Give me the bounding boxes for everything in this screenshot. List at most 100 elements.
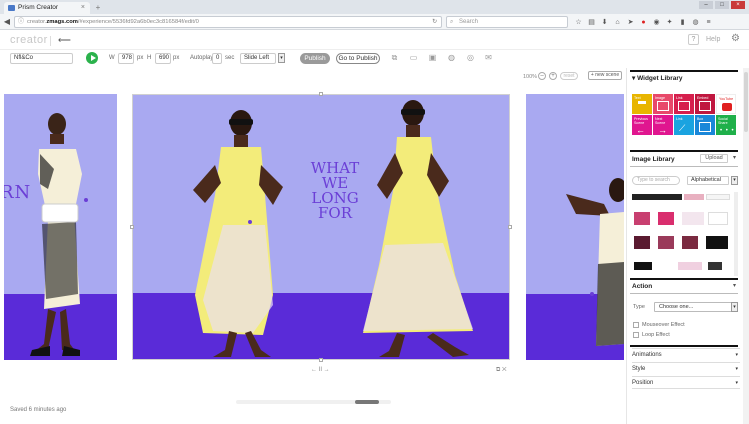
site-info-icon[interactable]: ⓘ (18, 17, 24, 27)
image-library-title[interactable]: Image Library (632, 154, 675, 165)
app-logo[interactable]: creator (10, 34, 48, 46)
action-type-select[interactable]: Choose one... (654, 302, 734, 312)
project-name-input[interactable]: Nfl&Co (10, 53, 73, 64)
scene-thumbnail-next[interactable] (526, 94, 624, 360)
addon-globe-icon[interactable]: ◍ (691, 18, 700, 27)
widget-embed[interactable]: Embed (695, 94, 715, 114)
resize-handle-left[interactable] (130, 225, 134, 229)
send-icon[interactable]: ➤ (626, 18, 635, 27)
address-bar[interactable]: ⓘ creator.zmags.com/#experience/5536fd92… (14, 16, 442, 28)
widget-library-header[interactable]: ▾ Widget Library (632, 73, 683, 84)
upload-button[interactable]: Upload (700, 154, 728, 163)
note-icon[interactable]: ▣ (427, 52, 438, 63)
action-title[interactable]: Action (632, 281, 652, 292)
chevron-down-icon[interactable]: ▾ (733, 154, 736, 161)
go-to-publish-button[interactable]: Go to Publish (336, 53, 380, 64)
widget-link[interactable]: Link (674, 94, 694, 114)
back-arrow-icon[interactable]: ⟵ (58, 35, 71, 46)
close-window-button[interactable]: × (731, 1, 745, 9)
download-icon[interactable]: ⬇ (600, 18, 609, 27)
addon-puzzle-icon[interactable]: ✦ (665, 18, 674, 27)
image-thumbnail[interactable] (684, 194, 704, 200)
image-thumbnail[interactable] (708, 262, 722, 270)
widget-text[interactable]: Text (632, 94, 652, 114)
image-thumbnail[interactable] (706, 236, 728, 249)
chevron-down-icon[interactable]: ▾ (731, 176, 738, 185)
loop-checkbox[interactable] (633, 332, 639, 338)
layers-icon[interactable]: ⧉ (389, 52, 400, 63)
widget-box[interactable]: Box (695, 115, 715, 135)
mail-icon[interactable]: ✉ (483, 52, 494, 63)
image-thumbnail[interactable] (658, 236, 674, 249)
hotspot-marker[interactable] (248, 220, 252, 224)
reload-icon[interactable]: ↻ (432, 17, 437, 27)
zoom-reset-button[interactable]: reset (560, 72, 578, 80)
widget-youtube[interactable]: YouTube (716, 94, 736, 114)
chevron-down-icon[interactable]: ▾ (731, 302, 738, 312)
maximize-button[interactable]: □ (715, 1, 729, 9)
image-search-input[interactable]: Type to search (632, 176, 680, 185)
scrollbar-thumb[interactable] (355, 400, 379, 404)
style-section[interactable]: Style ▾ (632, 362, 740, 374)
width-input[interactable]: 978 (118, 53, 134, 64)
reading-list-icon[interactable]: ▤ (587, 18, 596, 27)
widget-next-scene[interactable]: Next Scene → (653, 115, 673, 135)
addon-box-icon[interactable]: ▮ (678, 18, 687, 27)
comment-icon[interactable]: ▭ (408, 52, 419, 63)
home-icon[interactable]: ⌂ (613, 18, 622, 27)
resize-handle-bottom[interactable] (319, 358, 323, 362)
addon-chat-icon[interactable]: ◉ (652, 18, 661, 27)
image-thumbnail[interactable] (682, 212, 704, 225)
tab-close-icon[interactable]: × (81, 2, 85, 14)
image-sort-select[interactable]: Alphabetical (687, 176, 729, 185)
preview-play-button[interactable] (86, 52, 98, 64)
image-thumbnail[interactable] (678, 262, 702, 270)
active-scene-canvas[interactable]: WHAT WE LONG FOR (132, 94, 510, 360)
image-grid-scrollbar[interactable] (734, 192, 738, 276)
settings-gear-icon[interactable]: ⚙ (731, 33, 740, 44)
height-input[interactable]: 690 (155, 53, 171, 64)
hotspot-marker[interactable] (84, 198, 88, 202)
hotspot-marker[interactable] (590, 292, 594, 296)
zoom-out-button[interactable]: – (538, 72, 546, 80)
help-icon[interactable]: ? (688, 34, 699, 45)
widget-link-2[interactable]: Link ⟋ (674, 115, 694, 135)
bookmark-star-icon[interactable]: ☆ (574, 18, 583, 27)
menu-icon[interactable]: ≡ (704, 18, 713, 27)
new-scene-button[interactable]: + new scene (588, 71, 622, 80)
image-thumbnail[interactable] (658, 212, 674, 225)
scrollbar-thumb[interactable] (744, 72, 748, 132)
chevron-down-icon[interactable]: ▾ (278, 53, 285, 63)
resize-handle-top[interactable] (319, 92, 323, 96)
minimize-button[interactable]: – (699, 1, 713, 9)
position-section[interactable]: Position ▾ (632, 376, 740, 388)
zoom-in-button[interactable]: + (549, 72, 557, 80)
scene-thumbnail-previous[interactable]: RN (4, 94, 117, 360)
addon-red-icon[interactable]: ● (639, 18, 648, 27)
image-thumbnail[interactable] (632, 194, 682, 200)
help-link[interactable]: Help (706, 36, 720, 43)
browser-search-box[interactable]: ⌕ Search (446, 16, 568, 28)
widget-image[interactable]: Image (653, 94, 673, 114)
image-thumbnail[interactable] (682, 236, 698, 249)
widget-social-share[interactable]: Social Share • • • (716, 115, 736, 135)
publish-button[interactable]: Publish (300, 53, 330, 64)
transition-select[interactable]: Slide Left (240, 53, 276, 64)
autoplay-input[interactable]: 0 (212, 53, 222, 64)
browser-tab[interactable]: Prism Creator × (4, 2, 90, 14)
image-thumbnail[interactable] (634, 262, 652, 270)
mouseover-checkbox[interactable] (633, 322, 639, 328)
new-tab-button[interactable]: + (92, 3, 104, 13)
scene-actions[interactable]: ⧉ ✕ (496, 367, 507, 374)
back-arrow-icon[interactable]: ◀ (2, 17, 12, 27)
image-thumbnail[interactable] (634, 212, 650, 225)
image-thumbnail[interactable] (708, 212, 728, 225)
widget-previous-scene[interactable]: Previous Scene ← (632, 115, 652, 135)
animations-section[interactable]: Animations ▾ (632, 348, 740, 360)
globe-icon[interactable]: ◍ (446, 52, 457, 63)
image-thumbnail[interactable] (634, 236, 650, 249)
image-thumbnail[interactable] (706, 194, 730, 200)
chevron-down-icon[interactable]: ▾ (733, 281, 736, 292)
link-icon[interactable]: ◎ (465, 52, 476, 63)
resize-handle-right[interactable] (508, 225, 512, 229)
